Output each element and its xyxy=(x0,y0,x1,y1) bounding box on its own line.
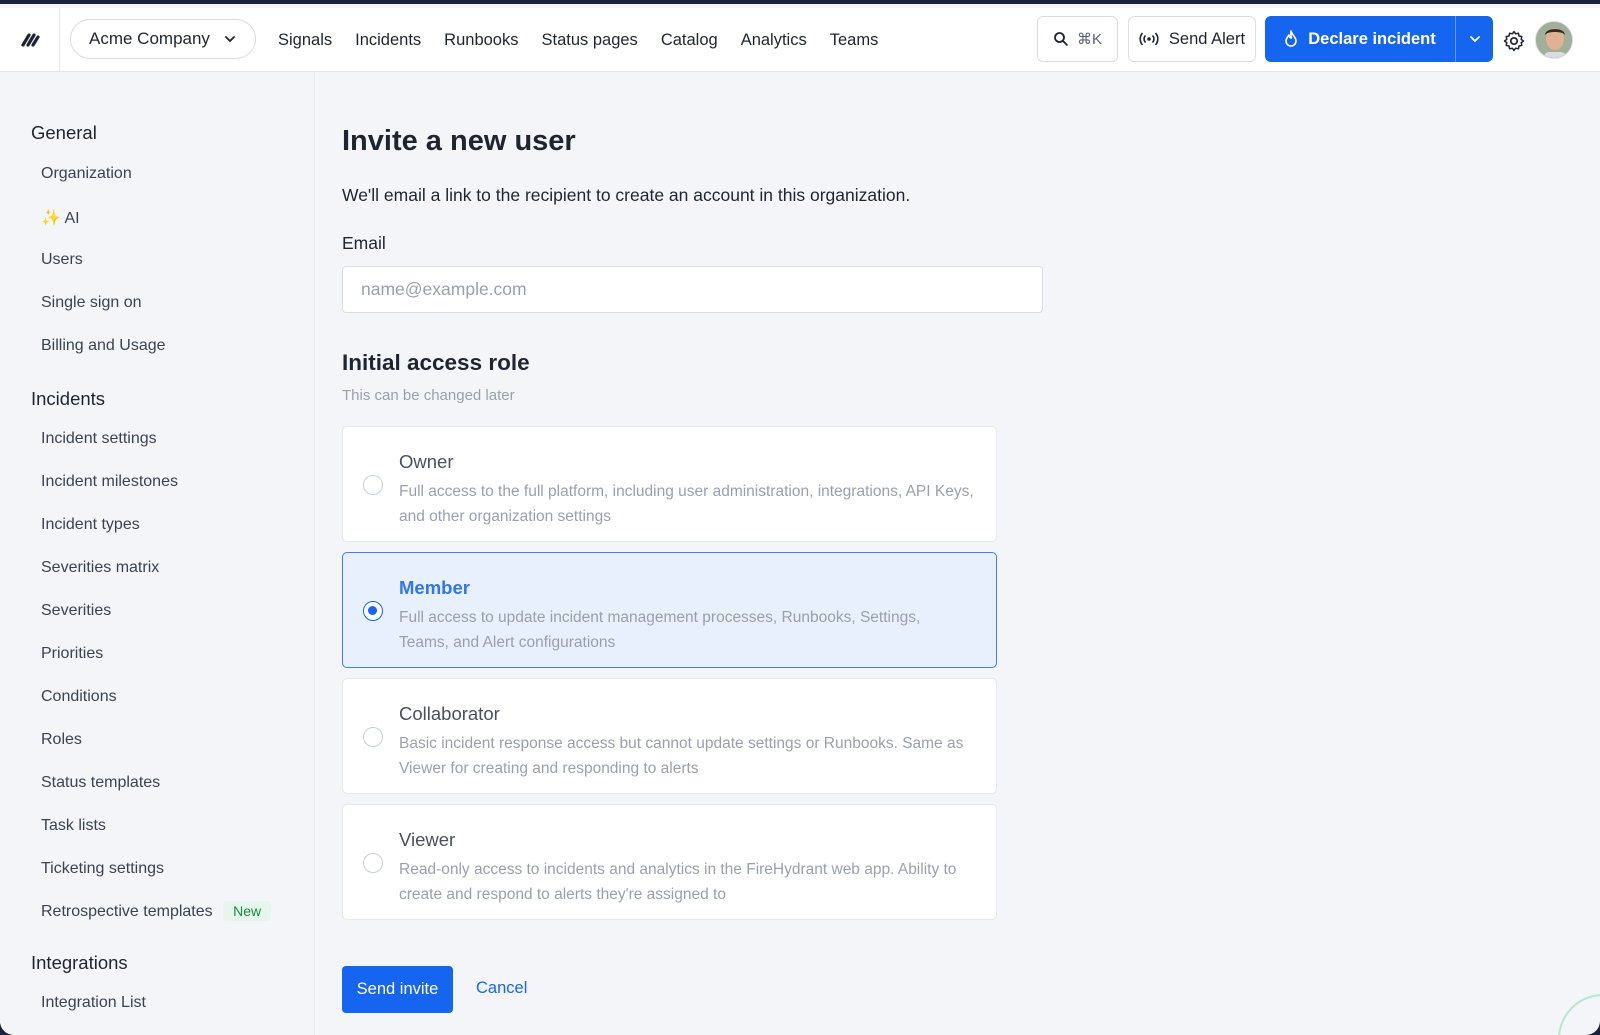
page-title: Invite a new user xyxy=(342,125,576,157)
new-badge: New xyxy=(223,901,272,921)
main-nav: Signals Incidents Runbooks Status pages … xyxy=(278,8,901,72)
nav-analytics[interactable]: Analytics xyxy=(741,31,807,50)
role-option-viewer[interactable]: Viewer Read-only access to incidents and… xyxy=(342,804,997,920)
role-section-title: Initial access role xyxy=(342,350,530,375)
org-name: Acme Company xyxy=(89,29,210,48)
role-name: Member xyxy=(399,577,470,598)
sidebar-item-organization[interactable]: Organization xyxy=(41,165,132,183)
role-name: Owner xyxy=(399,451,454,472)
sidebar-item-severities[interactable]: Severities xyxy=(41,602,111,620)
sidebar-item-task-lists[interactable]: Task lists xyxy=(41,817,106,835)
sidebar-item-roles[interactable]: Roles xyxy=(41,731,82,749)
app-logo[interactable] xyxy=(0,8,60,72)
role-name: Collaborator xyxy=(399,703,500,724)
sidebar-section-incidents: Incidents xyxy=(31,388,106,409)
role-description: Read-only access to incidents and analyt… xyxy=(399,861,957,903)
role-description: Full access to the full platform, includ… xyxy=(399,483,974,525)
declare-incident-label: Declare incident xyxy=(1308,29,1436,48)
declare-incident-dropdown[interactable] xyxy=(1455,16,1493,62)
nav-runbooks[interactable]: Runbooks xyxy=(444,31,518,50)
sidebar-item-single-sign-on[interactable]: Single sign on xyxy=(41,294,142,312)
chevron-down-icon xyxy=(1469,36,1480,43)
page-description: We'll email a link to the recipient to c… xyxy=(342,185,911,205)
org-switcher[interactable]: Acme Company xyxy=(70,19,256,59)
gear-icon[interactable] xyxy=(1502,29,1526,53)
avatar-icon xyxy=(1536,22,1572,58)
member-radio[interactable] xyxy=(363,601,383,621)
owner-radio[interactable] xyxy=(363,475,383,495)
settings-sidebar: General Organization ✨ AI Users Single s… xyxy=(0,72,315,1035)
role-description: Basic incident response access but canno… xyxy=(399,735,964,777)
nav-status-pages[interactable]: Status pages xyxy=(541,31,637,50)
cancel-link[interactable]: Cancel xyxy=(476,979,527,998)
role-description: Full access to update incident managemen… xyxy=(399,609,921,651)
chevron-down-icon xyxy=(225,36,235,43)
sidebar-item-label: Retrospective templates xyxy=(41,903,213,920)
sidebar-item-conditions[interactable]: Conditions xyxy=(41,688,117,706)
user-avatar[interactable] xyxy=(1535,21,1573,59)
nav-signals[interactable]: Signals xyxy=(278,31,332,50)
sidebar-item-incident-types[interactable]: Incident types xyxy=(41,516,140,534)
top-navbar: Acme Company Signals Incidents Runbooks … xyxy=(0,8,1600,72)
role-section-subtitle: This can be changed later xyxy=(342,387,515,404)
sidebar-section-general: General xyxy=(31,122,97,143)
role-option-member[interactable]: Member Full access to update incident ma… xyxy=(342,552,997,668)
sidebar-item-retrospective-templates[interactable]: Retrospective templates New xyxy=(41,901,272,921)
sidebar-item-incident-milestones[interactable]: Incident milestones xyxy=(41,473,178,491)
nav-catalog[interactable]: Catalog xyxy=(661,31,718,50)
role-name: Viewer xyxy=(399,829,456,850)
broadcast-icon xyxy=(1139,32,1159,46)
sidebar-item-billing-and-usage[interactable]: Billing and Usage xyxy=(41,337,166,355)
sidebar-item-ticketing-settings[interactable]: Ticketing settings xyxy=(41,860,164,878)
sidebar-item-ai[interactable]: ✨ AI xyxy=(41,208,80,228)
sidebar-item-status-templates[interactable]: Status templates xyxy=(41,774,160,792)
send-invite-button[interactable]: Send invite xyxy=(342,966,453,1013)
flame-icon xyxy=(1285,30,1298,47)
nav-teams[interactable]: Teams xyxy=(830,31,879,50)
declare-incident-main[interactable]: Declare incident xyxy=(1265,16,1455,62)
app-window: Acme Company Signals Incidents Runbooks … xyxy=(0,0,1600,1035)
search-icon xyxy=(1054,32,1068,46)
decorative-arc xyxy=(1558,994,1600,1035)
sidebar-item-users[interactable]: Users xyxy=(41,251,83,269)
sidebar-item-severities-matrix[interactable]: Severities matrix xyxy=(41,559,159,577)
search-button[interactable]: ⌘K xyxy=(1037,16,1118,62)
sidebar-section-integrations: Integrations xyxy=(31,952,128,973)
collaborator-radio[interactable] xyxy=(363,727,383,747)
sidebar-item-integration-list[interactable]: Integration List xyxy=(41,994,146,1012)
send-alert-label: Send Alert xyxy=(1168,29,1246,48)
email-label: Email xyxy=(342,233,386,253)
declare-incident-button[interactable]: Declare incident xyxy=(1265,16,1493,62)
sidebar-item-incident-settings[interactable]: Incident settings xyxy=(41,430,157,448)
role-option-collaborator[interactable]: Collaborator Basic incident response acc… xyxy=(342,678,997,794)
search-shortcut: ⌘K xyxy=(1076,31,1102,48)
email-field[interactable] xyxy=(342,266,1043,313)
firehydrant-logo-icon xyxy=(20,33,40,47)
nav-incidents[interactable]: Incidents xyxy=(355,31,421,50)
send-alert-button[interactable]: Send Alert xyxy=(1128,16,1256,62)
role-option-owner[interactable]: Owner Full access to the full platform, … xyxy=(342,426,997,542)
sidebar-item-priorities[interactable]: Priorities xyxy=(41,645,103,663)
viewer-radio[interactable] xyxy=(363,853,383,873)
